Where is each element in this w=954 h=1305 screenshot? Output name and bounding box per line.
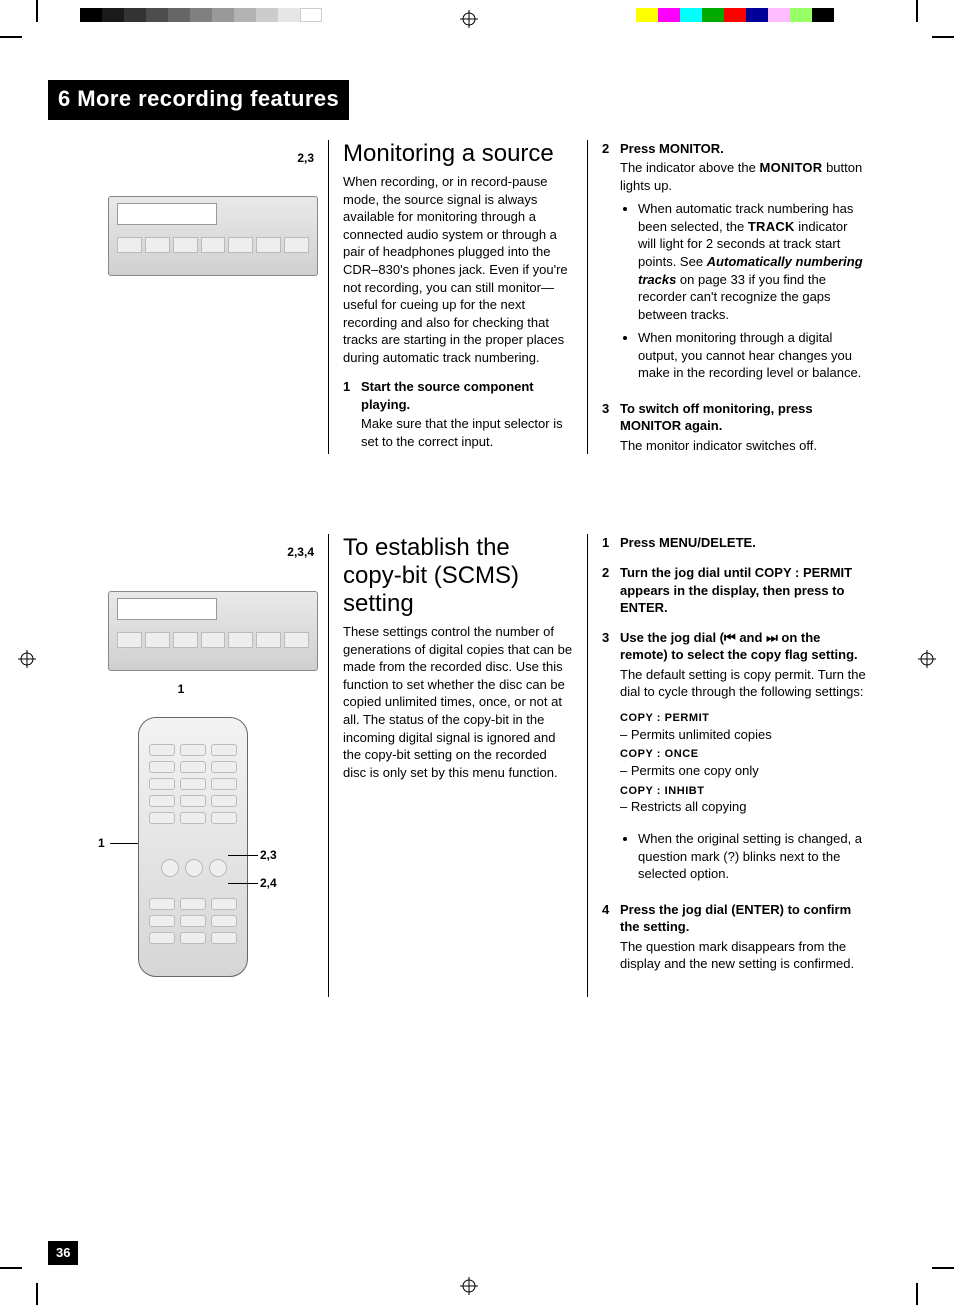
step-lead: Start the source component playing. xyxy=(361,378,573,413)
registration-mark-icon xyxy=(460,10,478,28)
step-lead: Press the jog dial (ENTER) to confirm th… xyxy=(620,901,868,936)
step-body: The question mark disappears from the di… xyxy=(620,938,868,973)
topic-intro: These settings control the number of gen… xyxy=(343,623,573,781)
crop-mark xyxy=(36,0,38,22)
section-title-tab: 6 More recording features xyxy=(48,80,349,120)
step-number: 2 xyxy=(602,564,620,617)
crop-mark xyxy=(916,0,918,22)
copy-option-label: COPY : PERMIT xyxy=(620,711,868,726)
registration-mark-icon xyxy=(460,1277,478,1295)
remote-control-illustration xyxy=(138,717,248,977)
topic-heading: To establish the copy-bit (SCMS) setting xyxy=(343,534,573,617)
topic-heading: Monitoring a source xyxy=(343,140,573,168)
page-content: 6 More recording features 2,3 Monitoring… xyxy=(48,80,906,997)
color-calibration-strip xyxy=(636,8,834,22)
step-body: The default setting is copy permit. Turn… xyxy=(620,666,868,701)
figure-callout: 2,3,4 xyxy=(48,544,314,560)
bullet-item: When monitoring through a digital output… xyxy=(638,329,868,382)
copy-option-label: COPY : ONCE xyxy=(620,747,868,762)
step-number: 3 xyxy=(602,400,620,455)
crop-mark xyxy=(36,1283,38,1305)
copy-option-desc: – Permits one copy only xyxy=(620,762,868,780)
step-number: 2 xyxy=(602,140,620,388)
step-number: 1 xyxy=(343,378,361,450)
copy-option-desc: – Restricts all copying xyxy=(620,798,868,816)
crop-mark xyxy=(932,1267,954,1269)
prev-track-icon: ⏮ xyxy=(724,630,736,645)
remote-control-figure: 1 2,3 2,4 xyxy=(48,717,314,997)
figure-callout: 2,3 xyxy=(48,150,314,166)
device-figure-bottom xyxy=(48,561,314,681)
step-number: 1 xyxy=(602,534,620,552)
remote-callout-left: 1 xyxy=(98,835,105,851)
step-lead: Use the jog dial (⏮ and ⏭ on the remote)… xyxy=(620,629,868,664)
crop-mark xyxy=(916,1283,918,1305)
bullet-item: When automatic track numbering has been … xyxy=(638,200,868,323)
crop-mark xyxy=(0,1267,22,1269)
cd-recorder-illustration xyxy=(108,196,318,276)
crop-mark xyxy=(932,36,954,38)
step-number: 3 xyxy=(602,629,620,889)
step-lead: To switch off monitoring, press MONITOR … xyxy=(620,400,868,435)
step-lead: Turn the jog dial until COPY : PERMIT ap… xyxy=(620,564,868,617)
registration-mark-icon xyxy=(18,650,36,668)
step-lead: Press MONITOR. xyxy=(620,140,868,158)
copy-option-label: COPY : INHIBT xyxy=(620,784,868,799)
remote-callout-right: 2,3 xyxy=(260,847,277,863)
next-track-icon: ⏭ xyxy=(766,630,778,645)
remote-callout-right: 2,4 xyxy=(260,875,277,891)
registration-mark-icon xyxy=(918,650,936,668)
figure-callout: 1 xyxy=(48,681,314,697)
grayscale-calibration-strip xyxy=(80,8,322,22)
device-figure-top xyxy=(48,166,314,306)
step-number: 4 xyxy=(602,901,620,973)
step-body: The monitor indicator switches off. xyxy=(620,437,868,455)
page-number: 36 xyxy=(48,1241,78,1265)
step-lead: Press MENU/DELETE. xyxy=(620,534,868,552)
topic-intro: When recording, or in record-pause mode,… xyxy=(343,173,573,366)
crop-mark xyxy=(0,36,22,38)
bullet-item: When the original setting is changed, a … xyxy=(638,830,868,883)
copy-option-desc: – Permits unlimited copies xyxy=(620,726,868,744)
step-body: Make sure that the input selector is set… xyxy=(361,415,573,450)
step-body: The indicator above the MONITOR button l… xyxy=(620,159,868,194)
cd-recorder-illustration xyxy=(108,591,318,671)
